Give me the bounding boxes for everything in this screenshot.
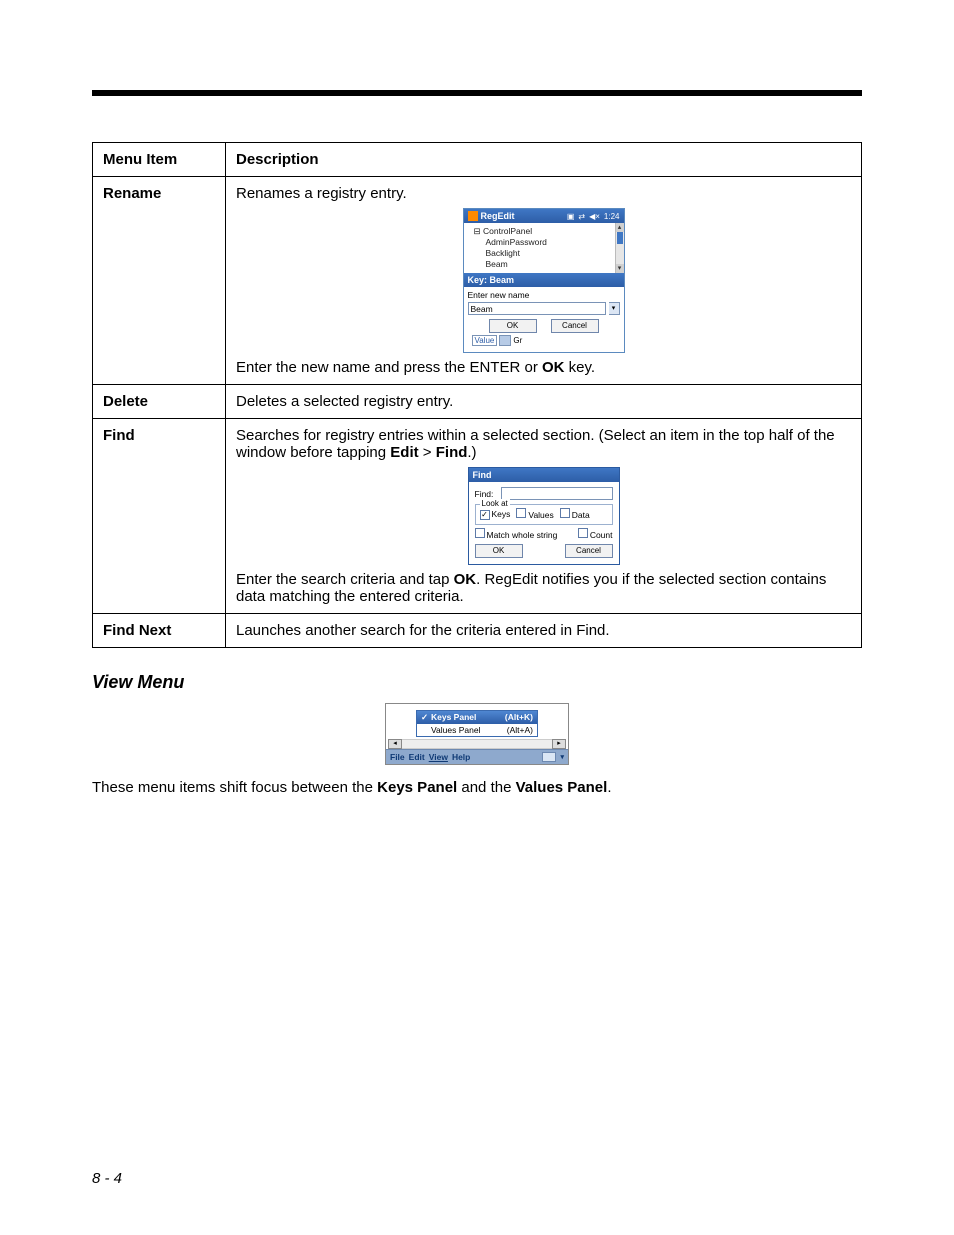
menu-item-find: Find bbox=[93, 419, 226, 614]
data-checkbox-label: Data bbox=[572, 510, 590, 520]
menu-item-findnext: Find Next bbox=[93, 614, 226, 648]
page-number: 8 - 4 bbox=[92, 1170, 122, 1187]
app-icon bbox=[468, 211, 478, 221]
regedit-window: RegEdit ▣ ⇄ ◀× 1:24 ⊟ ControlPa bbox=[463, 208, 625, 353]
key-header-bar: Key: Beam bbox=[464, 273, 624, 287]
menubar-view[interactable]: View bbox=[429, 752, 448, 762]
view-menu-item-keys-panel[interactable]: ✓ Keys Panel (Alt+K) bbox=[417, 711, 537, 724]
sip-icon[interactable] bbox=[542, 752, 556, 762]
menubar-edit[interactable]: Edit bbox=[409, 752, 425, 762]
find-dialog: Find Find: Look at ✓Keys bbox=[468, 467, 620, 565]
view-menu-popup: ✓ Keys Panel (Alt+K) Values Panel (Alt+A… bbox=[416, 710, 538, 737]
menubar-help[interactable]: Help bbox=[452, 752, 470, 762]
ok-button[interactable]: OK bbox=[489, 319, 537, 333]
find-before-text: Searches for registry entries within a s… bbox=[236, 427, 851, 461]
keys-checkbox[interactable]: ✓ bbox=[480, 510, 490, 520]
signal-icon: ⇄ bbox=[578, 212, 585, 221]
value-tag: Value bbox=[472, 335, 498, 346]
clock: 1:24 bbox=[604, 212, 620, 221]
rename-after-text: Enter the new name and press the ENTER o… bbox=[236, 359, 851, 376]
scroll-down-icon[interactable]: ▾ bbox=[616, 264, 624, 273]
col-header-menu-item: Menu Item bbox=[93, 143, 226, 177]
dropdown-arrow-icon[interactable]: ▾ bbox=[609, 302, 620, 315]
tree-node: AdminPassword bbox=[470, 237, 622, 248]
battery-icon: ▣ bbox=[567, 212, 575, 221]
find-cancel-button[interactable]: Cancel bbox=[565, 544, 613, 558]
count-checkbox-label: Count bbox=[590, 530, 613, 540]
system-tray: ▣ ⇄ ◀× 1:24 bbox=[567, 212, 620, 221]
lookat-legend: Look at bbox=[480, 499, 510, 508]
check-placeholder bbox=[421, 725, 431, 735]
rename-field-label: Enter new name bbox=[468, 290, 620, 300]
find-input[interactable] bbox=[501, 487, 613, 500]
tree-node: Backlight bbox=[470, 248, 622, 259]
tree-scrollbar[interactable]: ▴ ▾ bbox=[615, 223, 624, 273]
cancel-button[interactable]: Cancel bbox=[551, 319, 599, 333]
keys-checkbox-label: Keys bbox=[492, 509, 511, 519]
desc-rename: Renames a registry entry. RegEdit ▣ ⇄ ◀× bbox=[226, 177, 862, 385]
view-menu-screenshot: ✓ Keys Panel (Alt+K) Values Panel (Alt+A… bbox=[92, 703, 862, 765]
table-row: Find Searches for registry entries withi… bbox=[93, 419, 862, 614]
find-dialog-screenshot: Find Find: Look at ✓Keys bbox=[236, 467, 851, 565]
desc-findnext: Launches another search for the criteria… bbox=[226, 614, 862, 648]
values-checkbox[interactable] bbox=[516, 508, 526, 518]
scroll-up-icon[interactable]: ▴ bbox=[616, 223, 624, 232]
table-row: Delete Deletes a selected registry entry… bbox=[93, 385, 862, 419]
match-checkbox-label: Match whole string bbox=[487, 530, 558, 540]
desc-delete: Deletes a selected registry entry. bbox=[226, 385, 862, 419]
scroll-right-icon[interactable]: ▸ bbox=[552, 739, 566, 749]
horizontal-scrollbar[interactable]: ◂ ▸ bbox=[388, 739, 566, 749]
sip-arrow-icon[interactable]: ▾ bbox=[560, 753, 564, 761]
menu-description-table: Menu Item Description Rename Renames a r… bbox=[92, 142, 862, 648]
check-icon: ✓ bbox=[421, 712, 431, 723]
menu-item-rename: Rename bbox=[93, 177, 226, 385]
menu-item-label: Keys Panel bbox=[431, 712, 499, 723]
menu-item-delete: Delete bbox=[93, 385, 226, 419]
menu-item-shortcut: (Alt+K) bbox=[499, 712, 533, 723]
col-header-description: Description bbox=[226, 143, 862, 177]
top-rule bbox=[92, 90, 862, 96]
menu-item-label: Values Panel bbox=[431, 725, 501, 735]
gr-label: Gr bbox=[513, 336, 522, 345]
registry-tree: ⊟ ControlPanel AdminPassword Backlight B… bbox=[464, 223, 624, 273]
find-after-text: Enter the search criteria and tap OK. Re… bbox=[236, 571, 851, 605]
rename-form: Enter new name Beam ▾ OK Cancel bbox=[464, 287, 624, 352]
view-menu-heading: View Menu bbox=[92, 672, 862, 693]
table-header-row: Menu Item Description bbox=[93, 143, 862, 177]
table-row: Rename Renames a registry entry. RegEdit… bbox=[93, 177, 862, 385]
tree-node: Beam bbox=[470, 259, 622, 270]
sip-icon[interactable] bbox=[499, 335, 511, 346]
view-menu-window: ✓ Keys Panel (Alt+K) Values Panel (Alt+A… bbox=[385, 703, 569, 765]
find-label: Find: bbox=[475, 489, 501, 499]
menu-item-shortcut: (Alt+A) bbox=[501, 725, 533, 735]
find-titlebar: Find bbox=[469, 468, 619, 482]
tree-node-root: ⊟ ControlPanel bbox=[470, 226, 622, 237]
count-checkbox[interactable] bbox=[578, 528, 588, 538]
scroll-track[interactable] bbox=[402, 739, 552, 749]
scroll-thumb[interactable] bbox=[617, 232, 623, 244]
page: Menu Item Description Rename Renames a r… bbox=[0, 0, 954, 1235]
menu-bar: File Edit View Help ▾ bbox=[386, 749, 568, 764]
view-menu-description: These menu items shift focus between the… bbox=[92, 779, 862, 796]
regedit-title-text: RegEdit bbox=[481, 211, 515, 221]
regedit-rename-screenshot: RegEdit ▣ ⇄ ◀× 1:24 ⊟ ControlPa bbox=[236, 208, 851, 353]
match-checkbox[interactable] bbox=[475, 528, 485, 538]
find-ok-button[interactable]: OK bbox=[475, 544, 523, 558]
rename-before-text: Renames a registry entry. bbox=[236, 185, 851, 202]
desc-find: Searches for registry entries within a s… bbox=[226, 419, 862, 614]
table-row: Find Next Launches another search for th… bbox=[93, 614, 862, 648]
lookat-fieldset: Look at ✓Keys Values Data bbox=[475, 504, 613, 525]
view-menu-item-values-panel[interactable]: Values Panel (Alt+A) bbox=[417, 724, 537, 736]
volume-icon: ◀× bbox=[589, 212, 600, 221]
data-checkbox[interactable] bbox=[560, 508, 570, 518]
menubar-file[interactable]: File bbox=[390, 752, 405, 762]
scroll-left-icon[interactable]: ◂ bbox=[388, 739, 402, 749]
values-checkbox-label: Values bbox=[528, 510, 553, 520]
regedit-titlebar: RegEdit ▣ ⇄ ◀× 1:24 bbox=[464, 209, 624, 223]
rename-input[interactable]: Beam bbox=[468, 302, 606, 315]
